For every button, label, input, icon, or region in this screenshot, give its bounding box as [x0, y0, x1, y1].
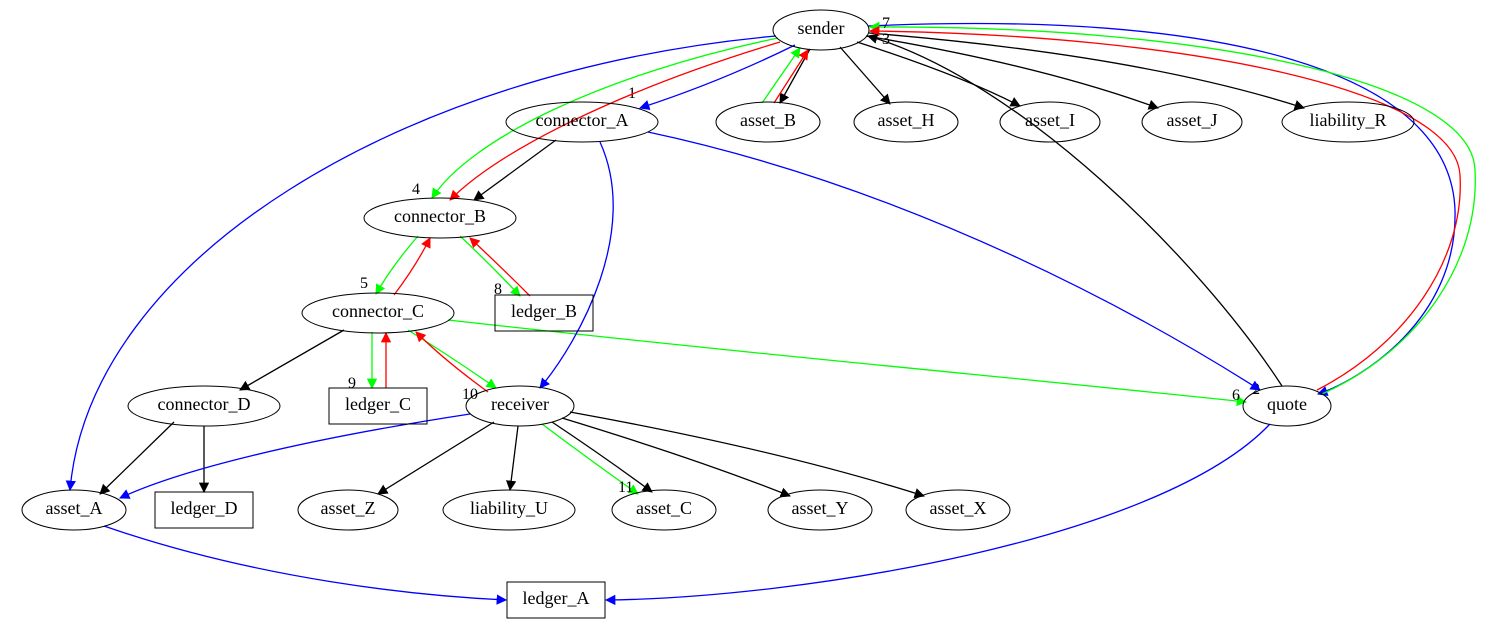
- label-receiver: receiver: [491, 394, 549, 414]
- label-asset-h: asset_H: [878, 110, 935, 130]
- label-asset-z: asset_Z: [321, 498, 376, 518]
- node-quote: quote: [1243, 386, 1331, 426]
- edge-connectorC-quote-green: [448, 320, 1246, 402]
- label-liability-u: liability_U: [470, 498, 548, 518]
- node-asset-j: asset_J: [1142, 102, 1242, 142]
- label-asset-c: asset_C: [636, 498, 692, 518]
- node-ledger-b: ledger_B: [495, 295, 593, 331]
- label-asset-y: asset_Y: [792, 498, 849, 518]
- edge-label-4: 4: [412, 181, 420, 198]
- node-asset-a: asset_A: [22, 490, 126, 530]
- node-liability-u: liability_U: [443, 490, 575, 530]
- edge-sender-assetJ: [866, 36, 1158, 108]
- edge-label-3: 3: [882, 31, 890, 48]
- node-asset-h: asset_H: [854, 102, 958, 142]
- edge-quote-sender-green: [870, 27, 1475, 394]
- edge-connectorC-connectorB-red: [394, 238, 430, 295]
- edge-label-6: 6: [1232, 387, 1240, 404]
- edge-assetB-sender-red: [774, 50, 808, 103]
- node-connector-c: connector_C: [302, 293, 454, 333]
- label-connector-a: connector_A: [536, 110, 629, 130]
- edge-connectorB-ledgerB-green: [460, 236, 520, 296]
- label-ledger-a: ledger_A: [523, 588, 590, 608]
- node-connector-b: connector_B: [364, 198, 516, 238]
- label-connector-c: connector_C: [332, 301, 424, 321]
- label-asset-b: asset_B: [740, 110, 796, 130]
- node-asset-i: asset_I: [1000, 102, 1100, 142]
- edge-connectorB-connectorC-green: [376, 236, 418, 294]
- label-ledger-c: ledger_C: [345, 394, 411, 414]
- edge-sender-assetB: [780, 49, 810, 103]
- node-liability-r: liability_R: [1282, 102, 1414, 142]
- label-asset-i: asset_I: [1025, 110, 1075, 130]
- edge-quote-sender-black: [868, 36, 1282, 386]
- label-connector-b: connector_B: [394, 206, 486, 226]
- edge-assetB-sender-green: [762, 48, 800, 103]
- node-ledger-d: ledger_D: [155, 492, 253, 528]
- label-asset-x: asset_X: [930, 498, 987, 518]
- node-connector-d: connector_D: [128, 386, 280, 426]
- label-asset-j: asset_J: [1167, 110, 1218, 130]
- edge-sender-assetI: [857, 42, 1020, 106]
- edge-receiver-assetZ: [378, 422, 494, 494]
- label-sender: sender: [798, 18, 845, 38]
- edge-connectorC-connectorD: [240, 330, 344, 390]
- edge-connectorC-receiver-green: [408, 330, 496, 388]
- node-asset-x: asset_X: [906, 490, 1010, 530]
- edge-receiver-assetC-black: [552, 422, 652, 492]
- edge-label-11: 11: [618, 479, 633, 496]
- edge-label-5: 5: [360, 275, 368, 292]
- graph-diagram: 1 2 3 7 4 5 8 9 6 10: [0, 0, 1488, 635]
- node-asset-y: asset_Y: [768, 490, 872, 530]
- label-ledger-d: ledger_D: [171, 498, 238, 518]
- edge-connectorA-receiver-blue: [540, 142, 613, 388]
- edge-connectorD-assetA: [100, 422, 174, 494]
- edge-label-7: 7: [882, 15, 890, 32]
- edge-sender-liabilityR: [869, 33, 1304, 108]
- edge-label-9: 9: [348, 375, 356, 392]
- node-asset-b: asset_B: [716, 102, 820, 142]
- node-receiver: receiver: [466, 386, 574, 426]
- edge-receiver-assetA-blue: [120, 414, 470, 498]
- edge-sender-assetH: [840, 47, 890, 104]
- label-quote: quote: [1267, 394, 1307, 414]
- edge-sender-quote-blue: [868, 23, 1455, 394]
- edge-receiver-liabilityU: [510, 426, 518, 490]
- node-sender: sender: [773, 10, 869, 50]
- edge-receiver-connectorC-red: [416, 332, 488, 392]
- label-asset-a: asset_A: [46, 498, 103, 518]
- edge-assetA-ledgerA-blue: [104, 526, 506, 600]
- label-liability-r: liability_R: [1309, 110, 1386, 130]
- node-ledger-c: ledger_C: [329, 388, 427, 424]
- node-asset-z: asset_Z: [298, 490, 398, 530]
- node-ledger-a: ledger_A: [507, 582, 605, 618]
- label-connector-d: connector_D: [158, 394, 251, 414]
- label-ledger-b: ledger_B: [511, 301, 577, 321]
- edge-receiver-assetY: [562, 418, 790, 496]
- edge-sender-connectorA: [640, 45, 795, 108]
- node-asset-c: asset_C: [612, 490, 716, 530]
